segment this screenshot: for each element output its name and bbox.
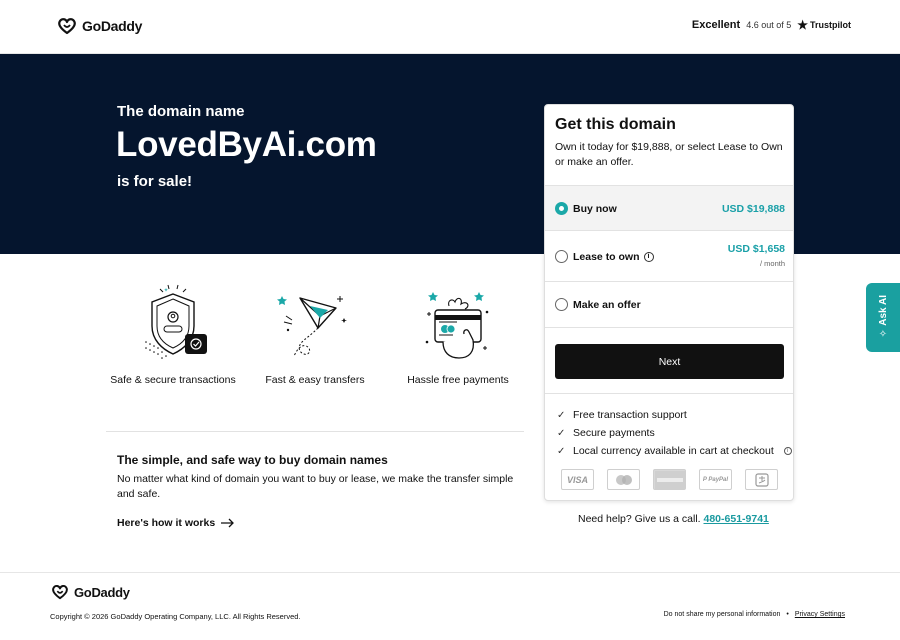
footer-logo[interactable]: GoDaddy bbox=[50, 584, 130, 600]
privacy-settings-link[interactable]: Privacy Settings bbox=[795, 611, 845, 618]
visa-icon: VISA bbox=[561, 469, 594, 490]
trustpilot-text: Trustpilot bbox=[810, 20, 851, 30]
benefit-item: ✓ Free transaction support bbox=[545, 406, 793, 424]
check-icon: ✓ bbox=[557, 445, 566, 457]
info-icon[interactable]: i bbox=[783, 447, 792, 455]
card-description: Own it today for $19,888, or select Leas… bbox=[555, 141, 783, 168]
option-label: Buy now bbox=[573, 203, 617, 215]
radio-buy-now[interactable] bbox=[555, 202, 568, 215]
shield-icon bbox=[145, 284, 207, 359]
sparkle-icon: ✧ bbox=[878, 329, 888, 341]
amex-icon bbox=[653, 469, 686, 490]
arrow-right-icon bbox=[221, 518, 235, 528]
option-label: Make an offer bbox=[573, 299, 641, 311]
godaddy-logo[interactable]: GoDaddy bbox=[56, 17, 142, 35]
rating-label: Excellent bbox=[691, 19, 741, 31]
help-text: Need help? Give us a call. bbox=[578, 513, 701, 525]
price-period: / month bbox=[759, 259, 785, 268]
benefit-text: Free transaction support bbox=[573, 409, 687, 421]
benefit-item: ✓ Secure payments bbox=[545, 424, 793, 442]
check-icon: ✓ bbox=[557, 427, 566, 439]
radio-make-offer[interactable] bbox=[555, 298, 568, 311]
payment-methods: VISA P PayPal bbox=[561, 469, 778, 490]
rating-score: 4.6 out of 5 bbox=[746, 20, 792, 30]
option-label-wrap: Lease to own i bbox=[573, 251, 654, 263]
section-divider bbox=[106, 431, 524, 432]
site-header: GoDaddy Excellent 4.6 out of 5 ★ Trustpi… bbox=[0, 0, 900, 54]
trustpilot-brand: ★ Trustpilot bbox=[797, 18, 851, 32]
trustpilot-star-icon: ★ bbox=[797, 18, 808, 32]
option-price: USD $19,888 bbox=[721, 203, 785, 215]
feature-label: Fast & easy transfers bbox=[265, 374, 365, 386]
feature-label: Safe & secure transactions bbox=[110, 374, 236, 386]
how-it-works-link[interactable]: Here's how it works bbox=[117, 517, 235, 529]
info-body: No matter what kind of domain you want t… bbox=[117, 473, 514, 500]
option-price: USD $1,658 bbox=[727, 243, 785, 255]
benefit-item: ✓ Local currency available in cart at ch… bbox=[545, 442, 793, 460]
bullet-separator: • bbox=[786, 611, 789, 618]
hero-pre-text: The domain name bbox=[117, 103, 245, 120]
hero-post-text: is for sale! bbox=[117, 173, 193, 190]
brand-name: GoDaddy bbox=[82, 18, 143, 34]
footer-links: Do not share my personal information • P… bbox=[664, 611, 845, 618]
godaddy-logo-icon bbox=[58, 18, 76, 35]
next-button[interactable]: Next bbox=[555, 344, 784, 379]
feature-transfer: Fast & easy transfers bbox=[235, 282, 395, 386]
godaddy-logo-icon bbox=[52, 584, 68, 600]
mastercard-icon bbox=[607, 469, 640, 490]
card-payment-icon bbox=[425, 292, 489, 359]
feature-secure: Safe & secure transactions bbox=[93, 282, 253, 386]
footer-brand-name: GoDaddy bbox=[74, 584, 130, 600]
trustpilot-rating[interactable]: Excellent 4.6 out of 5 ★ Trustpilot bbox=[692, 19, 851, 31]
do-not-share-link[interactable]: Do not share my personal information bbox=[664, 611, 781, 618]
option-label: Lease to own bbox=[573, 251, 640, 263]
alipay-icon bbox=[745, 469, 778, 490]
card-title: Get this domain bbox=[555, 116, 676, 133]
benefits-list: ✓ Free transaction support ✓ Secure paym… bbox=[545, 393, 793, 460]
paper-plane-icon bbox=[277, 296, 347, 357]
phone-link[interactable]: 480-651-9741 bbox=[704, 513, 769, 525]
option-make-offer[interactable]: Make an offer bbox=[545, 281, 793, 327]
option-lease-to-own[interactable]: Lease to own i USD $1,658 / month bbox=[545, 230, 793, 281]
footer-divider bbox=[0, 572, 900, 573]
benefit-text: Local currency available in cart at chec… bbox=[573, 445, 774, 457]
info-title: The simple, and safe way to buy domain n… bbox=[117, 453, 388, 467]
purchase-card: Get this domain Own it today for $19,888… bbox=[544, 104, 794, 501]
info-icon[interactable]: i bbox=[643, 252, 654, 262]
feature-payments: Hassle free payments bbox=[378, 282, 538, 386]
ask-ai-tab[interactable]: Ask AI ✧ bbox=[866, 283, 900, 352]
option-buy-now[interactable]: Buy now USD $19,888 bbox=[545, 185, 793, 230]
copyright-text: Copyright © 2026 GoDaddy Operating Compa… bbox=[50, 612, 301, 621]
benefit-text: Secure payments bbox=[573, 427, 655, 439]
paypal-icon: P PayPal bbox=[699, 469, 732, 490]
check-icon: ✓ bbox=[557, 409, 566, 421]
feature-label: Hassle free payments bbox=[407, 374, 509, 386]
radio-lease-to-own[interactable] bbox=[555, 250, 568, 263]
ask-ai-label: Ask AI bbox=[877, 294, 889, 326]
visa-label: VISA bbox=[566, 474, 588, 485]
next-section: Next bbox=[545, 327, 793, 393]
help-line: Need help? Give us a call. 480-651-9741 bbox=[578, 513, 769, 525]
domain-name: LovedByAi.com bbox=[116, 125, 377, 164]
how-it-works-label: Here's how it works bbox=[117, 517, 216, 529]
